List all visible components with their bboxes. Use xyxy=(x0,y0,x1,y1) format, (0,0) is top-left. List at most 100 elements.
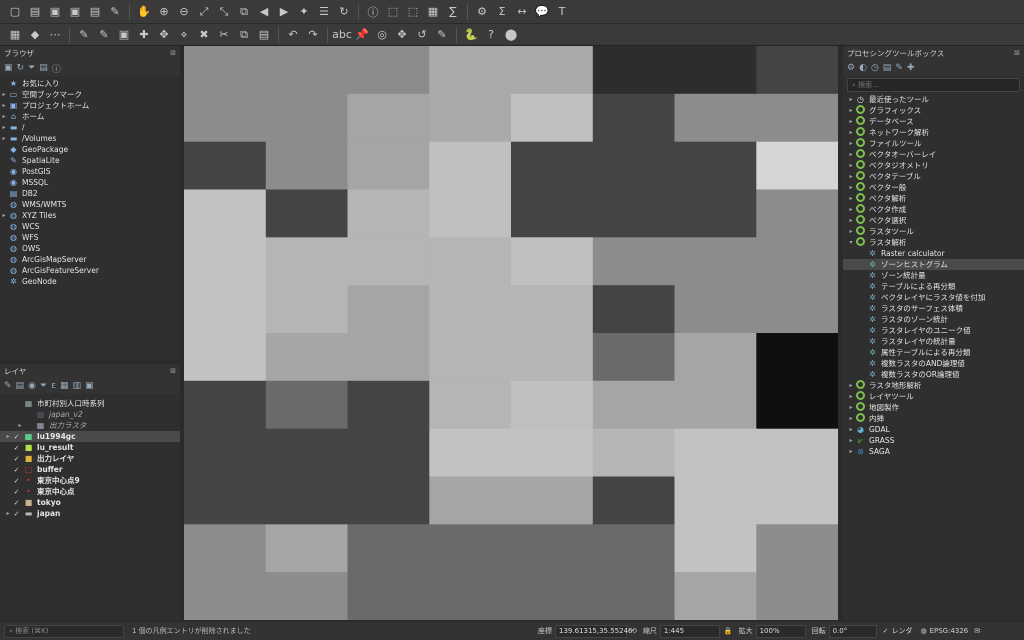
expand-arrow-icon[interactable]: ▸ xyxy=(847,184,855,191)
layer-visibility-checkbox[interactable]: ✓ xyxy=(12,488,21,496)
new-project-icon[interactable]: ▢ xyxy=(6,3,24,21)
layer-visibility-checkbox[interactable]: ✓ xyxy=(12,477,21,485)
zoom-layer-icon[interactable]: ⤡ xyxy=(215,3,233,21)
expand-arrow-icon[interactable]: ▸ xyxy=(847,107,855,114)
data-source-manager-icon[interactable]: ▦ xyxy=(6,26,24,44)
layer-row[interactable]: ✓ □ buffer xyxy=(0,464,180,475)
expand-arrow-icon[interactable]: ▸ xyxy=(847,96,855,103)
browser-item[interactable]: ◍ ArcGisMapServer xyxy=(0,254,180,265)
expand-arrow-icon[interactable]: ▸ xyxy=(847,217,855,224)
processing-algorithm[interactable]: ✲ ラスタレイヤの統計量 xyxy=(843,336,1024,347)
virtual-layer-icon[interactable]: ⋯ xyxy=(46,26,64,44)
layer-row[interactable]: ▩ japan_v2 xyxy=(0,409,180,420)
layer-visibility-checkbox[interactable]: ✓ xyxy=(12,466,21,474)
refresh-icon[interactable]: ↻ xyxy=(17,63,25,73)
processing-group[interactable]: ▸ ベクタ作成 xyxy=(843,204,1024,215)
expand-arrow-icon[interactable]: ▸ xyxy=(847,448,855,455)
layer-row[interactable]: ✓ • 東京中心点9 xyxy=(0,475,180,486)
expand-arrow-icon[interactable]: ▸ xyxy=(847,129,855,136)
expand-arrow-icon[interactable]: ▸ xyxy=(847,393,855,400)
filter-icon[interactable]: ⏷ xyxy=(28,63,35,73)
processing-group[interactable]: ▸ ベクター般 xyxy=(843,182,1024,193)
map-canvas[interactable] xyxy=(184,46,838,620)
map-tips-icon[interactable]: 💬 xyxy=(533,3,551,21)
delete-icon[interactable]: ✖ xyxy=(195,26,213,44)
cut-icon[interactable]: ✂ xyxy=(215,26,233,44)
browser-item[interactable]: ▤ DB2 xyxy=(0,188,180,199)
browser-item[interactable]: ▸ ▣ プロジェクトホーム xyxy=(0,100,180,111)
copy-icon[interactable]: ⧉ xyxy=(235,26,253,44)
expand-arrow-icon[interactable]: ▸ xyxy=(0,91,8,98)
render-checkbox[interactable]: ✓ xyxy=(883,627,889,635)
processing-group[interactable]: ▸ データベース xyxy=(843,116,1024,127)
expand-arrow-icon[interactable]: ▸ xyxy=(4,510,12,517)
panel-close-icon[interactable]: ⊠ xyxy=(1014,49,1020,57)
expand-arrow-icon[interactable]: ▸ xyxy=(847,173,855,180)
expand-arrow-icon[interactable]: ▸ xyxy=(847,228,855,235)
digitize-icon[interactable]: ✎ xyxy=(75,26,93,44)
layer-visibility-checkbox[interactable]: ✓ xyxy=(12,455,21,463)
refresh-icon[interactable]: ↻ xyxy=(335,3,353,21)
expand-arrow-icon[interactable]: ▾ xyxy=(847,239,855,246)
expand-arrow-icon[interactable]: ▸ xyxy=(847,382,855,389)
coordinate-field[interactable]: 139.61315,35.55246 xyxy=(555,624,632,638)
zoom-next-icon[interactable]: ▶ xyxy=(275,3,293,21)
label-tool-icon[interactable]: abc xyxy=(332,26,352,44)
collapse-all-icon[interactable]: ▤ xyxy=(39,63,48,73)
expand-arrow-icon[interactable]: ▸ xyxy=(0,113,8,120)
python-icon[interactable]: ◐ xyxy=(859,63,867,73)
processing-group[interactable]: ▸ グラフィックス xyxy=(843,105,1024,116)
help-icon[interactable]: ? xyxy=(482,26,500,44)
processing-group[interactable]: ▸ ベクタ選択 xyxy=(843,215,1024,226)
processing-algorithm[interactable]: ✲ 複数ラスタのOR論理値 xyxy=(843,369,1024,380)
change-label-icon[interactable]: ✎ xyxy=(433,26,451,44)
show-bookmarks-icon[interactable]: ☰ xyxy=(315,3,333,21)
processing-group[interactable]: ▸ ベクタ解析 xyxy=(843,193,1024,204)
statistics-icon[interactable]: ∑ xyxy=(444,3,462,21)
expand-arrow-icon[interactable]: ▸ xyxy=(847,437,855,444)
processing-algorithm[interactable]: ✲ ラスタレイヤのユニーク値 xyxy=(843,325,1024,336)
browser-item[interactable]: ★ お気に入り xyxy=(0,78,180,89)
new-bookmark-icon[interactable]: ✦ xyxy=(295,3,313,21)
browser-item[interactable]: ▸ ▭ 空間ブックマーク xyxy=(0,89,180,100)
browser-item[interactable]: ◍ WMS/WMTS xyxy=(0,199,180,210)
processing-algorithm[interactable]: ✲ 属性テーブルによる再分類 xyxy=(843,347,1024,358)
processing-algorithm[interactable]: ✲ テーブルによる再分類 xyxy=(843,281,1024,292)
paste-icon[interactable]: ▤ xyxy=(255,26,273,44)
expand-arrow-icon[interactable]: ▸ xyxy=(847,206,855,213)
expand-arrow-icon[interactable]: ▸ xyxy=(0,212,8,219)
node-tool-icon[interactable]: ⋄ xyxy=(175,26,193,44)
models-icon[interactable]: ⚙ xyxy=(847,63,855,73)
move-label-icon[interactable]: ✥ xyxy=(393,26,411,44)
select-icon[interactable]: ⬚ xyxy=(384,3,402,21)
layer-visibility-checkbox[interactable]: ✓ xyxy=(12,499,21,507)
expand-arrow-icon[interactable]: ▸ xyxy=(847,162,855,169)
new-layer-icon[interactable]: ◆ xyxy=(26,26,44,44)
processing-group[interactable]: ▸ ネットワーク解析 xyxy=(843,127,1024,138)
processing-algorithm[interactable]: ✲ Raster calculator xyxy=(843,248,1024,259)
identify-icon[interactable]: ⓘ xyxy=(364,3,382,21)
style-icon[interactable]: ✎ xyxy=(4,381,12,391)
text-annotation-icon[interactable]: T xyxy=(553,3,571,21)
layer-row[interactable]: ✓ ■ tokyo xyxy=(0,497,180,508)
history-icon[interactable]: ◷ xyxy=(871,63,879,73)
processing-search-input[interactable]: ⌕ 検索... xyxy=(847,78,1020,92)
processing-toolbox-icon[interactable]: ⚙ xyxy=(473,3,491,21)
processing-algorithm[interactable]: ✲ ラスタのサーフェス体積 xyxy=(843,303,1024,314)
scale-field[interactable]: 1:445 xyxy=(659,624,720,638)
processing-algorithm[interactable]: ✲ ゾーンヒストグラム xyxy=(843,259,1024,270)
layer-row[interactable]: ▸ ✓ ▦ lu1994gc xyxy=(0,431,180,442)
pan-icon[interactable]: ✋ xyxy=(135,3,153,21)
redo-icon[interactable]: ↷ xyxy=(304,26,322,44)
processing-group[interactable]: ▸ レイヤツール xyxy=(843,391,1024,402)
expand-arrow-icon[interactable]: ▸ xyxy=(0,135,8,142)
browser-item[interactable]: ▸ ▬ /Volumes xyxy=(0,133,180,144)
open-project-icon[interactable]: ▤ xyxy=(26,3,44,21)
expand-arrow-icon[interactable]: ▸ xyxy=(847,404,855,411)
expand-arrow-icon[interactable]: ▸ xyxy=(16,422,24,429)
layer-visibility-checkbox[interactable]: ✓ xyxy=(12,433,21,441)
processing-group[interactable]: ▸ ◷ 最近使ったツール xyxy=(843,94,1024,105)
browser-item[interactable]: ◉ MSSQL xyxy=(0,177,180,188)
layer-row[interactable]: ✓ • 東京中心点 xyxy=(0,486,180,497)
zoom-last-icon[interactable]: ◀ xyxy=(255,3,273,21)
